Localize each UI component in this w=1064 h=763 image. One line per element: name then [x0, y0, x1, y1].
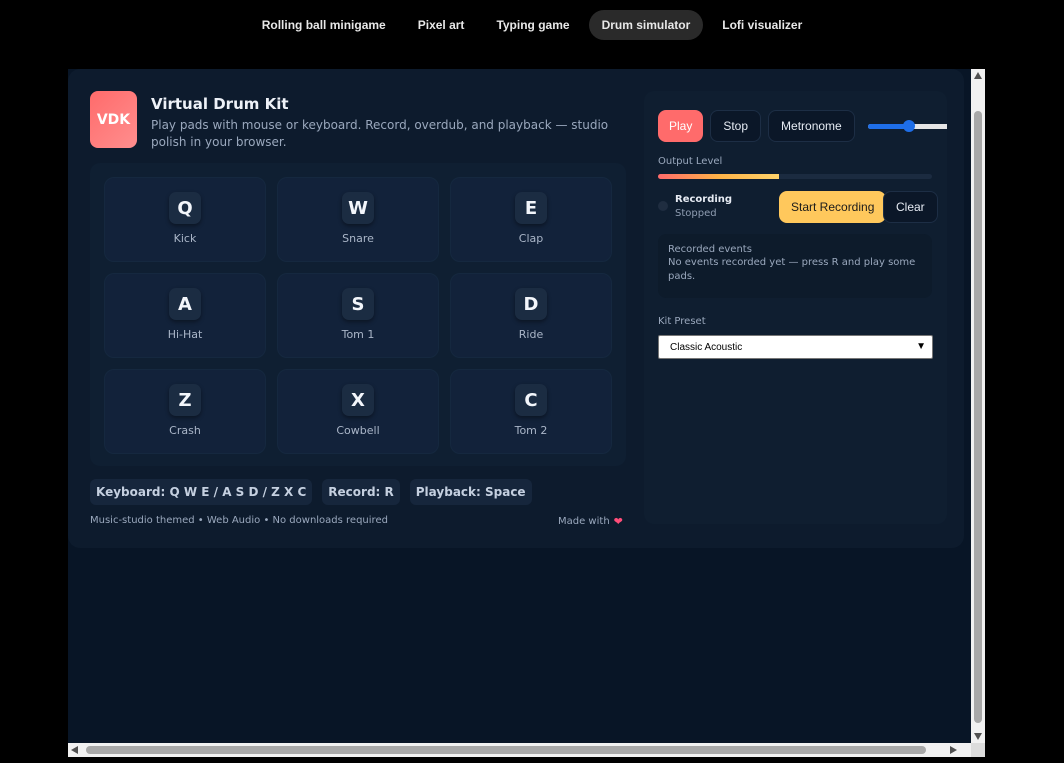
scroll-thumb[interactable]: [974, 111, 982, 723]
clear-button[interactable]: Clear: [883, 191, 938, 223]
metronome-button[interactable]: Metronome: [768, 110, 855, 142]
keyboard-chip: Keyboard: Q W E / A S D / Z X C: [90, 479, 313, 505]
recording-row: Recording Stopped Start Recording Clear: [658, 191, 938, 223]
volume-slider[interactable]: [867, 117, 947, 135]
pad-label: Hi-Hat: [167, 328, 203, 341]
tab-lofi-visualizer[interactable]: Lofi visualizer: [709, 10, 815, 40]
pad-label: Tom 2: [514, 424, 548, 437]
horizontal-scrollbar[interactable]: [68, 743, 971, 757]
output-level-label: Output Level: [658, 156, 723, 167]
pad-label: Clap: [518, 232, 544, 245]
slider-knob[interactable]: [902, 120, 915, 132]
pad-key: W: [342, 192, 374, 224]
output-level-meter: [658, 174, 932, 179]
scroll-thumb[interactable]: [86, 746, 926, 754]
heart-icon: ❤: [613, 515, 623, 528]
events-title: Recorded events: [668, 244, 752, 255]
recorded-events-panel: Recorded events No events recorded yet —…: [658, 234, 932, 298]
pad-label: Cowbell: [336, 424, 380, 437]
scroll-left-icon[interactable]: [71, 746, 78, 754]
scroll-down-icon[interactable]: [974, 733, 982, 740]
pad-kick[interactable]: Q Kick: [104, 177, 266, 262]
record-chip: Record: R: [322, 479, 400, 505]
vertical-scrollbar[interactable]: [971, 69, 985, 743]
chevron-down-icon: ▼: [916, 341, 926, 352]
pad-ride[interactable]: D Ride: [450, 273, 612, 358]
pad-label: Kick: [173, 232, 197, 245]
pad-key: E: [515, 192, 547, 224]
pad-clap[interactable]: E Clap: [450, 177, 612, 262]
pad-label: Snare: [342, 232, 374, 245]
app-logo: VDK: [90, 91, 137, 148]
pad-label: Tom 1: [341, 328, 375, 341]
kit-preset-select[interactable]: Classic Acoustic ▼: [658, 335, 933, 359]
pad-key: Q: [169, 192, 201, 224]
pad-crash[interactable]: Z Crash: [104, 369, 266, 454]
drum-kit-card: VDK Virtual Drum Kit Play pads with mous…: [68, 69, 964, 548]
scrollbar-corner: [971, 743, 985, 757]
app-header: VDK Virtual Drum Kit Play pads with mous…: [90, 91, 611, 151]
footer-credit: Made with ❤: [558, 515, 623, 528]
scroll-up-icon[interactable]: [974, 72, 982, 79]
pad-snare[interactable]: W Snare: [277, 177, 439, 262]
start-recording-button[interactable]: Start Recording: [779, 191, 887, 223]
pad-key: S: [342, 288, 374, 320]
footer-note: Music-studio themed • Web Audio • No dow…: [90, 515, 388, 526]
scroll-right-icon[interactable]: [950, 746, 957, 754]
pad-label: Crash: [169, 424, 201, 437]
recording-status: Stopped: [675, 208, 717, 219]
pad-hihat[interactable]: A Hi-Hat: [104, 273, 266, 358]
app-frame: VDK Virtual Drum Kit Play pads with mous…: [68, 69, 985, 757]
pad-key: D: [515, 288, 547, 320]
play-button[interactable]: Play: [658, 110, 704, 142]
pad-key: A: [169, 288, 201, 320]
transport-controls: Play Stop Metronome: [658, 110, 947, 142]
recording-title: Recording: [675, 194, 733, 205]
pad-key: C: [515, 384, 547, 416]
made-with-text: Made with: [558, 516, 610, 527]
tab-pixel-art[interactable]: Pixel art: [405, 10, 478, 40]
meter-fill: [658, 174, 779, 179]
pad-label: Ride: [518, 328, 544, 341]
pad-tom1[interactable]: S Tom 1: [277, 273, 439, 358]
kit-preset-value: Classic Acoustic: [670, 342, 743, 353]
playback-chip: Playback: Space: [409, 479, 532, 505]
shortcut-chips: Keyboard: Q W E / A S D / Z X C Record: …: [90, 479, 532, 505]
pad-tom2[interactable]: C Tom 2: [450, 369, 612, 454]
pad-grid: Q Kick W Snare E Clap A Hi-Hat S Tom 1 D Ride …: [90, 163, 626, 466]
tab-typing-game[interactable]: Typing game: [483, 10, 582, 40]
record-indicator-icon: [658, 201, 668, 211]
tab-rolling-ball[interactable]: Rolling ball minigame: [249, 10, 399, 40]
top-nav: Rolling ball minigame Pixel art Typing g…: [0, 0, 1064, 50]
pad-key: Z: [169, 384, 201, 416]
control-panel: Play Stop Metronome Output Level Recordi…: [644, 91, 947, 524]
kit-preset-label: Kit Preset: [658, 316, 706, 327]
pad-cowbell[interactable]: X Cowbell: [277, 369, 439, 454]
stop-button[interactable]: Stop: [710, 110, 762, 142]
page-title: Virtual Drum Kit: [151, 95, 289, 113]
events-text: No events recorded yet — press R and pla…: [668, 257, 916, 282]
tab-drum-simulator[interactable]: Drum simulator: [588, 10, 704, 40]
pad-key: X: [342, 384, 374, 416]
page-subtitle: Play pads with mouse or keyboard. Record…: [151, 118, 609, 149]
